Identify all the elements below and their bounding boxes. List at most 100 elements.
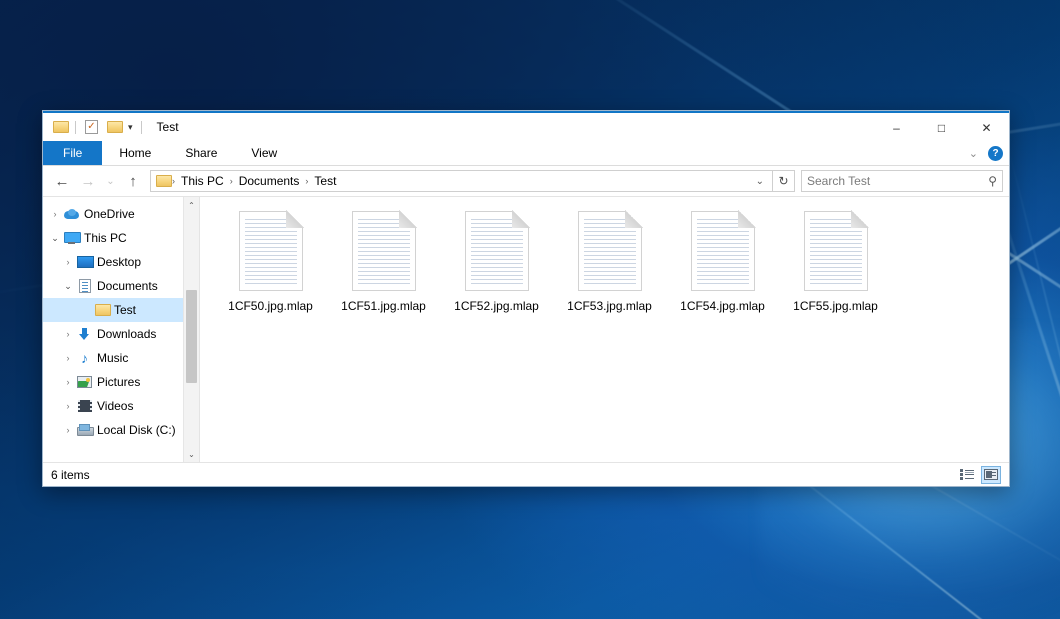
sidebar-item-onedrive[interactable]: › OneDrive (43, 202, 199, 226)
chevron-right-icon[interactable]: › (60, 401, 76, 411)
help-icon[interactable]: ? (988, 146, 1003, 161)
sidebar-item-label: Documents (93, 279, 158, 293)
scrollbar-track[interactable] (184, 213, 199, 446)
generic-document-icon (804, 211, 868, 291)
sidebar-item-label: This PC (80, 231, 127, 245)
chevron-right-icon[interactable]: › (60, 425, 76, 435)
new-folder-icon[interactable] (105, 119, 122, 136)
sidebar-item-label: Videos (93, 399, 133, 413)
explorer-body: › OneDrive ⌄ This PC › Desktop (43, 196, 1009, 462)
minimize-button[interactable]: – (874, 113, 919, 143)
sidebar-item-test[interactable]: Test (43, 298, 199, 322)
folder-icon[interactable] (51, 119, 68, 136)
refresh-icon[interactable]: ↻ (773, 170, 795, 192)
file-list-pane[interactable]: 1CF50.jpg.mlap 1CF51.jpg.mlap (200, 197, 1009, 462)
folder-icon (156, 175, 170, 187)
generic-document-icon (691, 211, 755, 291)
chevron-down-icon[interactable]: ⌄ (969, 147, 978, 160)
chevron-right-icon[interactable]: › (60, 257, 76, 267)
sidebar-scrollbar[interactable]: ⌃ ⌄ (183, 197, 199, 462)
sidebar-item-label: Desktop (93, 255, 141, 269)
details-view-icon (960, 469, 974, 480)
desktop-icon (76, 256, 93, 268)
chevron-down-icon[interactable]: ⌄ (60, 281, 76, 292)
chevron-right-icon[interactable]: › (60, 377, 76, 387)
file-explorer-window: ✓ ▾ Test – □ ✕ File Home Share View (42, 110, 1010, 487)
status-bar: 6 items (43, 462, 1009, 486)
tab-home[interactable]: Home (102, 141, 168, 165)
chevron-right-icon[interactable]: › (60, 353, 76, 363)
breadcrumb-test[interactable]: Test (310, 174, 340, 188)
breadcrumb-documents[interactable]: Documents (235, 174, 304, 188)
list-item[interactable]: 1CF53.jpg.mlap (553, 209, 666, 313)
address-dropdown-icon[interactable]: ⌄ (750, 176, 770, 187)
chevron-down-icon[interactable]: ▾ (127, 123, 134, 132)
file-name: 1CF54.jpg.mlap (680, 299, 765, 313)
sidebar-item-desktop[interactable]: › Desktop (43, 250, 199, 274)
up-button[interactable]: ↑ (120, 169, 146, 193)
properties-icon[interactable]: ✓ (83, 119, 100, 136)
this-pc-icon (63, 232, 80, 244)
chevron-right-icon[interactable]: › (47, 209, 63, 219)
sidebar-item-downloads[interactable]: › Downloads (43, 322, 199, 346)
generic-document-icon (578, 211, 642, 291)
quick-access-toolbar: ✓ ▾ Test (43, 119, 179, 136)
scroll-up-icon[interactable]: ⌃ (184, 197, 199, 213)
sidebar-item-this-pc[interactable]: ⌄ This PC (43, 226, 199, 250)
tab-share[interactable]: Share (168, 141, 234, 165)
pictures-icon (76, 376, 93, 388)
sidebar-item-label: Downloads (93, 327, 156, 341)
sidebar-item-local-disk[interactable]: › Local Disk (C:) (43, 418, 199, 442)
sidebar-item-label: Local Disk (C:) (93, 423, 176, 437)
breadcrumb-separator: › (228, 176, 235, 186)
close-button[interactable]: ✕ (964, 113, 1009, 143)
sidebar-item-videos[interactable]: › Videos (43, 394, 199, 418)
breadcrumb-separator: › (303, 176, 310, 186)
large-icons-view-button[interactable] (981, 466, 1001, 484)
ribbon-tabs: File Home Share View ⌄ ? (43, 141, 1009, 166)
desktop: ✓ ▾ Test – □ ✕ File Home Share View (0, 0, 1060, 619)
file-name: 1CF50.jpg.mlap (228, 299, 313, 313)
search-box[interactable]: Search Test ⚲ (801, 170, 1003, 192)
forward-button[interactable]: → (75, 169, 101, 193)
music-icon: ♪ (76, 352, 93, 365)
search-icon: ⚲ (988, 174, 997, 188)
file-name: 1CF55.jpg.mlap (793, 299, 878, 313)
ribbon-right-controls: ⌄ ? (969, 141, 1003, 166)
item-count-label: 6 items (51, 468, 90, 482)
sidebar-item-documents[interactable]: ⌄ Documents (43, 274, 199, 298)
onedrive-icon (63, 209, 80, 220)
list-item[interactable]: 1CF51.jpg.mlap (327, 209, 440, 313)
scrollbar-thumb[interactable] (186, 290, 197, 383)
generic-document-icon (352, 211, 416, 291)
recent-locations-button[interactable]: ⌄ (101, 169, 120, 193)
address-bar[interactable]: › This PC › Documents › Test ⌄ (150, 170, 773, 192)
scroll-down-icon[interactable]: ⌄ (184, 446, 199, 462)
navigation-pane: › OneDrive ⌄ This PC › Desktop (43, 197, 199, 462)
sidebar-item-music[interactable]: › ♪ Music (43, 346, 199, 370)
disk-icon (76, 424, 93, 436)
file-name: 1CF51.jpg.mlap (341, 299, 426, 313)
list-item[interactable]: 1CF54.jpg.mlap (666, 209, 779, 313)
sidebar-item-label: Test (110, 303, 136, 317)
tab-file[interactable]: File (43, 141, 102, 165)
file-name: 1CF52.jpg.mlap (454, 299, 539, 313)
sidebar-item-label: OneDrive (80, 207, 135, 221)
search-input[interactable]: Search Test (807, 174, 988, 188)
list-item[interactable]: 1CF55.jpg.mlap (779, 209, 892, 313)
chevron-down-icon[interactable]: ⌄ (47, 233, 63, 244)
chevron-right-icon[interactable]: › (60, 329, 76, 339)
list-item[interactable]: 1CF52.jpg.mlap (440, 209, 553, 313)
list-item[interactable]: 1CF50.jpg.mlap (214, 209, 327, 313)
documents-icon (76, 279, 93, 293)
tab-view[interactable]: View (234, 141, 294, 165)
generic-document-icon (239, 211, 303, 291)
folder-icon (93, 304, 110, 316)
divider (75, 121, 76, 134)
details-view-button[interactable] (957, 466, 977, 484)
sidebar-item-pictures[interactable]: › Pictures (43, 370, 199, 394)
breadcrumb-this-pc[interactable]: This PC (177, 174, 228, 188)
file-name: 1CF53.jpg.mlap (567, 299, 652, 313)
maximize-button[interactable]: □ (919, 113, 964, 143)
back-button[interactable]: ← (49, 169, 75, 193)
